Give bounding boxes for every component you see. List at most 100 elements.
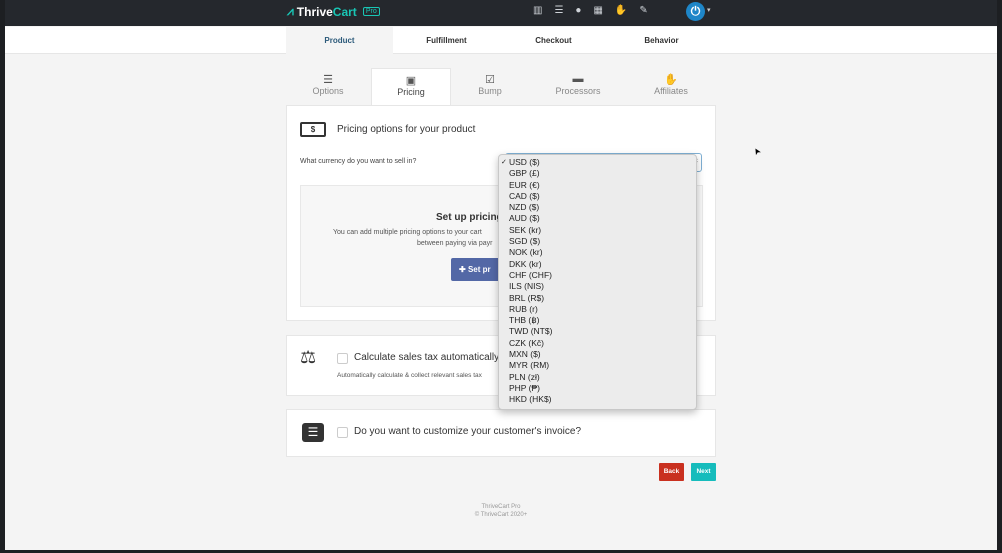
option-label: HKD (HK$): [509, 394, 552, 405]
tax-checkbox[interactable]: [337, 353, 348, 364]
currency-option[interactable]: EUR (€): [499, 180, 696, 191]
currency-option[interactable]: PHP (₱): [499, 383, 696, 394]
money-icon: $: [300, 122, 326, 137]
tab-fulfillment[interactable]: Fulfillment: [393, 27, 500, 54]
currency-option[interactable]: MXN ($): [499, 349, 696, 360]
option-label: MXN ($): [509, 349, 541, 360]
invoice-label: Do you want to customize your customer's…: [354, 426, 582, 437]
top-bar: ⩘ Thrive Cart Pro ▥ ☰ ● ▦ ✋ ✎ ⏻ ▾: [5, 0, 997, 26]
brand-name: Thrive: [296, 4, 333, 19]
avatar[interactable]: ⏻: [686, 2, 705, 21]
checkbox-icon: ☑: [485, 74, 495, 86]
list-icon[interactable]: ☰: [554, 5, 563, 16]
subtab-bump[interactable]: ☑ Bump: [450, 68, 530, 106]
subtab-processors[interactable]: ▬ Processors: [538, 68, 618, 106]
user-icon[interactable]: ●: [575, 5, 581, 16]
brand-accent: Cart: [332, 4, 357, 19]
currency-option[interactable]: ILS (NIS): [499, 281, 696, 292]
plus-icon: ✚: [459, 265, 468, 274]
option-label: USD ($): [509, 157, 540, 167]
sliders-icon: ☰: [323, 74, 333, 86]
chevron-down-icon[interactable]: ▾: [707, 6, 711, 14]
currency-option[interactable]: CZK (Kč): [499, 338, 696, 349]
currency-option[interactable]: BRL (R$): [499, 293, 696, 304]
button-label: Set pr: [467, 265, 491, 274]
currency-option[interactable]: CAD ($): [499, 191, 696, 202]
currency-option[interactable]: CHF (CHF): [499, 270, 696, 281]
handshake-icon: ✋: [664, 74, 678, 86]
subtab-label: Options: [312, 86, 344, 96]
check-icon: ✓: [501, 159, 507, 166]
option-label: NOK (kr): [509, 247, 543, 258]
currency-option[interactable]: NZD ($): [499, 202, 696, 213]
currency-option[interactable]: NOK (kr): [499, 247, 696, 258]
next-button[interactable]: Next: [691, 463, 716, 481]
option-label: NZD ($): [509, 202, 540, 213]
currency-option[interactable]: ✓ USD ($): [499, 157, 696, 168]
invoice-panel: ☰ Do you want to customize your customer…: [286, 409, 716, 457]
option-label: RUB (r): [509, 303, 538, 314]
layout-icon[interactable]: ▥: [533, 5, 542, 16]
footer-copyright: © ThriveCart 2020+: [474, 512, 528, 518]
subtab-label: Bump: [478, 86, 502, 96]
subtab-label: Affiliates: [654, 86, 688, 96]
option-label: PHP (₱): [509, 382, 541, 393]
subtab-label: Pricing: [397, 87, 425, 97]
option-label: CHF (CHF): [509, 269, 552, 280]
currency-option[interactable]: AUD ($): [499, 213, 696, 224]
list-icon: ☰: [302, 423, 324, 442]
credit-card-icon: ▬: [572, 73, 584, 85]
option-label: CZK (Kč): [509, 337, 544, 348]
option-label: TWD (NT$): [509, 326, 553, 337]
main-nav: Product Fulfillment Checkout Behavior: [5, 27, 997, 54]
tab-checkout[interactable]: Checkout: [500, 27, 607, 54]
option-label: THB (฿): [509, 315, 540, 326]
option-label: AUD ($): [509, 213, 540, 224]
option-label: MYR (RM): [509, 360, 550, 371]
subtab-options[interactable]: ☰ Options: [288, 68, 368, 106]
invoice-checkbox[interactable]: [337, 427, 348, 438]
tax-help: Automatically calculate & collect releva…: [337, 372, 482, 379]
handshake-icon[interactable]: ✋: [615, 5, 627, 16]
option-label: DKK (kr): [509, 258, 542, 269]
money-icon: ▣: [405, 75, 417, 87]
tax-label: Calculate sales tax automatically?: [354, 352, 505, 363]
tab-product[interactable]: Product: [286, 27, 393, 54]
option-label: CAD ($): [509, 190, 540, 201]
subtab-pricing[interactable]: ▣ Pricing: [371, 68, 451, 106]
scale-icon: ⚖: [300, 347, 317, 367]
currency-option[interactable]: HKD (HK$): [499, 394, 696, 405]
power-icon: ⏻: [690, 4, 701, 18]
subtab-label: Processors: [555, 86, 601, 96]
footer-line: ThriveCart Pro: [481, 504, 521, 510]
option-label: BRL (R$): [509, 292, 545, 303]
calendar-icon[interactable]: ▦: [593, 5, 602, 16]
option-label: SGD ($): [509, 236, 541, 247]
currency-option[interactable]: PLN (zł): [499, 372, 696, 383]
currency-option[interactable]: RUB (r): [499, 304, 696, 315]
subtab-affiliates[interactable]: ✋ Affiliates: [631, 68, 711, 106]
currency-label: What currency do you want to sell in?: [300, 158, 417, 165]
option-label: PLN (zł): [509, 371, 540, 382]
currency-option[interactable]: SGD ($): [499, 236, 696, 247]
option-label: EUR (€): [509, 179, 540, 190]
currency-option[interactable]: SEK (kr): [499, 225, 696, 236]
edit-icon[interactable]: ✎: [639, 5, 647, 16]
setup-text: You can add multiple pricing options to …: [333, 229, 482, 236]
panel-title: Pricing options for your product: [337, 124, 476, 135]
currency-dropdown: ✓ USD ($) GBP (£) EUR (€) CAD ($) NZD ($) AUD …: [498, 154, 697, 410]
setup-text: between paying via payr: [417, 240, 493, 247]
back-button[interactable]: Back: [659, 463, 684, 481]
option-label: GBP (£): [509, 168, 540, 179]
tab-behavior[interactable]: Behavior: [608, 27, 715, 54]
cart-logo-icon: ⩘: [287, 4, 294, 18]
currency-option[interactable]: THB (฿): [499, 315, 696, 326]
logo[interactable]: ⩘ Thrive Cart Pro: [287, 4, 380, 19]
option-label: ILS (NIS): [509, 281, 544, 292]
currency-option[interactable]: TWD (NT$): [499, 326, 696, 337]
option-label: SEK (kr): [509, 224, 542, 235]
currency-option[interactable]: MYR (RM): [499, 360, 696, 371]
currency-option[interactable]: GBP (£): [499, 168, 696, 179]
currency-option[interactable]: DKK (kr): [499, 259, 696, 270]
pro-badge: Pro: [362, 7, 380, 16]
